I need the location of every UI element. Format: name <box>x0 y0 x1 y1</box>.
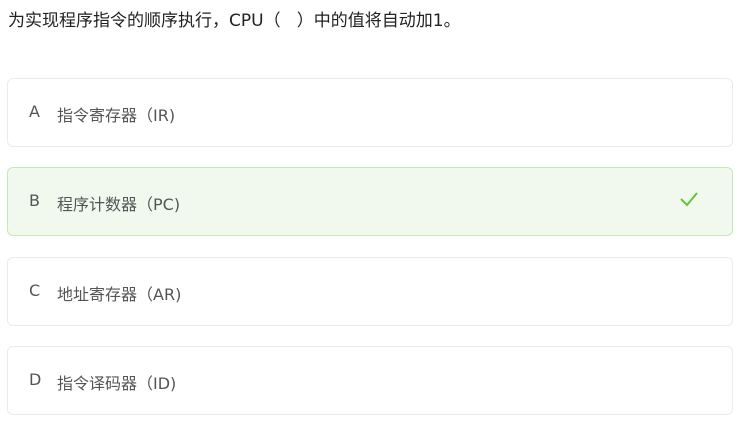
option-a[interactable]: A 指令寄存器（IR) <box>7 78 733 147</box>
option-d[interactable]: D 指令译码器（ID) <box>7 346 733 415</box>
question-text: 为实现程序指令的顺序执行，CPU（ ）中的值将自动加1。 <box>8 11 461 31</box>
option-letter: D <box>29 370 42 389</box>
option-text: 地址寄存器（AR) <box>57 285 182 304</box>
option-letter: C <box>29 281 41 300</box>
option-text: 指令译码器（ID) <box>57 374 177 393</box>
check-icon <box>680 192 698 207</box>
option-c[interactable]: C 地址寄存器（AR) <box>7 257 733 326</box>
option-letter: B <box>29 191 40 210</box>
option-letter: A <box>29 102 40 121</box>
option-b[interactable]: B 程序计数器（PC) <box>7 167 733 236</box>
option-text: 程序计数器（PC) <box>57 195 181 214</box>
option-text: 指令寄存器（IR) <box>57 106 176 125</box>
